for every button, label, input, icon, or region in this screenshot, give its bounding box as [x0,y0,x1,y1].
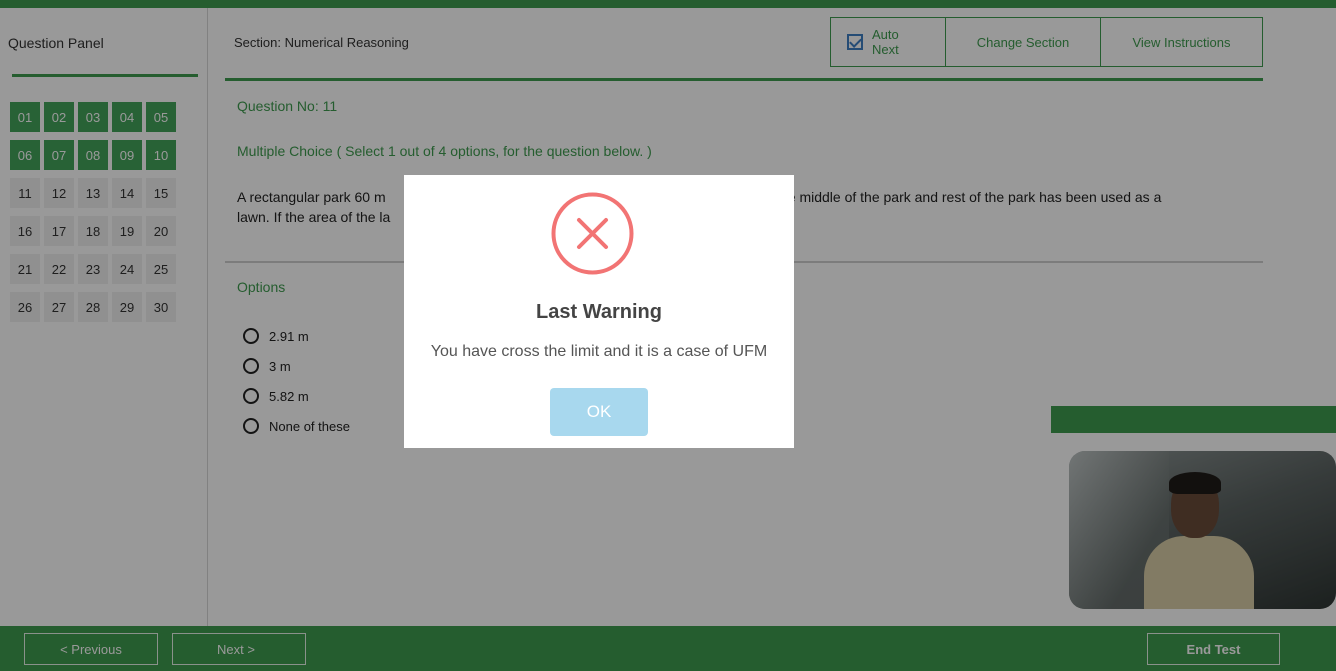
warning-modal: Last Warning You have cross the limit an… [404,175,794,448]
modal-title: Last Warning [536,301,662,323]
modal-message: You have cross the limit and it is a cas… [430,343,768,360]
ok-button[interactable]: OK [550,388,648,436]
error-x-circle-icon [551,192,634,275]
